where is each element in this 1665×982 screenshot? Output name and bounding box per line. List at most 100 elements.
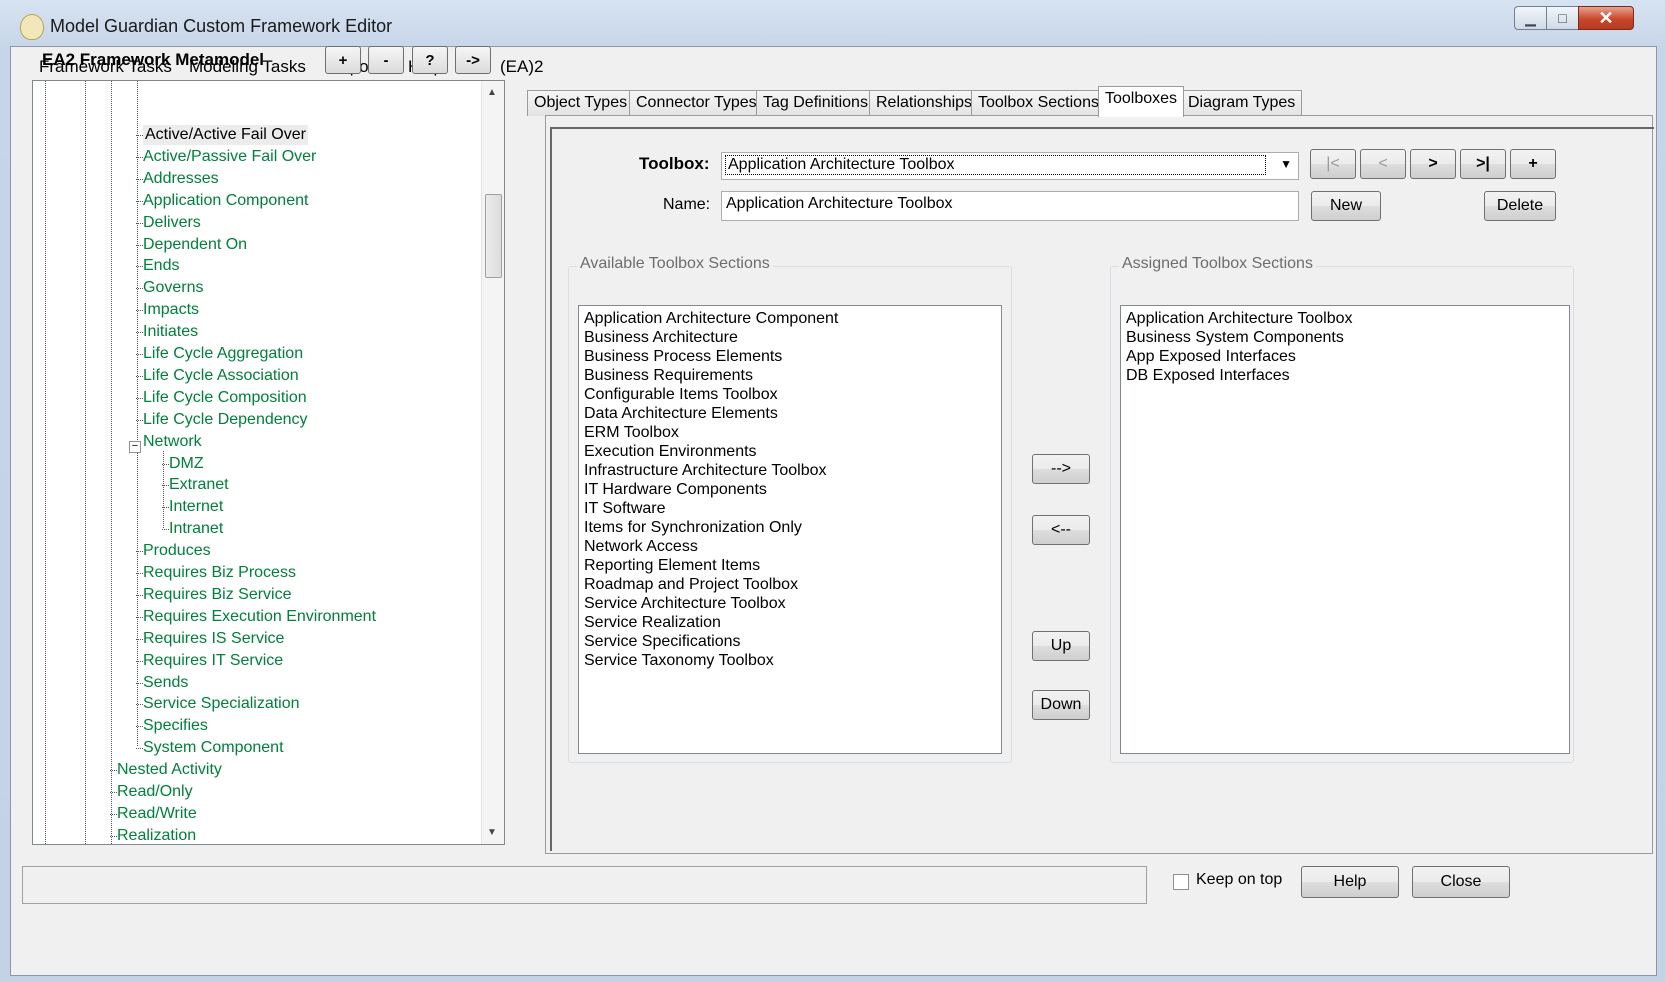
tree-scrollbar[interactable]: ▲ ▼ bbox=[481, 81, 504, 844]
tree-connector bbox=[110, 835, 117, 837]
tree-item[interactable]: Intranet bbox=[169, 519, 223, 539]
toolbox-selected-value: Application Architecture Toolbox bbox=[725, 155, 1266, 175]
available-section-item[interactable]: IT Software bbox=[579, 499, 1001, 518]
tree-item[interactable]: Life Cycle Composition bbox=[143, 388, 307, 408]
available-section-item[interactable]: Business Requirements bbox=[579, 366, 1001, 385]
last-record-button[interactable]: >| bbox=[1460, 149, 1506, 179]
available-section-item[interactable]: Items for Synchronization Only bbox=[579, 518, 1001, 537]
tree-help-button[interactable]: ? bbox=[412, 46, 448, 74]
available-section-item[interactable]: Business Architecture bbox=[579, 328, 1001, 347]
add-record-button[interactable]: + bbox=[1510, 149, 1556, 179]
available-section-item[interactable]: Infrastructure Architecture Toolbox bbox=[579, 461, 1001, 480]
tree-item[interactable]: Read/Only bbox=[117, 782, 193, 802]
scrollbar-thumb[interactable] bbox=[485, 194, 502, 278]
tree-item[interactable]: Network bbox=[143, 432, 202, 452]
move-down-button[interactable]: Down bbox=[1032, 690, 1090, 720]
available-section-item[interactable]: Application Architecture Component bbox=[579, 309, 1001, 328]
tree-item[interactable]: Life Cycle Association bbox=[143, 366, 299, 386]
tree-item[interactable]: Life Cycle Aggregation bbox=[143, 344, 303, 364]
available-section-item[interactable]: Execution Environments bbox=[579, 442, 1001, 461]
available-section-item[interactable]: Configurable Items Toolbox bbox=[579, 385, 1001, 404]
editor-pane: Object Types Connector Types Tag Definit… bbox=[527, 41, 1654, 854]
scroll-up-icon[interactable]: ▲ bbox=[487, 87, 497, 98]
close-window-button[interactable]: ✕ bbox=[1578, 6, 1634, 30]
tree-item[interactable]: Ends bbox=[143, 256, 179, 276]
tree-item[interactable]: System Component bbox=[143, 738, 284, 758]
maximize-button[interactable]: □ bbox=[1546, 6, 1578, 30]
tree-item[interactable]: Dependent On bbox=[143, 235, 247, 255]
new-button[interactable]: New bbox=[1311, 191, 1381, 221]
tree-item[interactable]: Requires Execution Environment bbox=[143, 607, 376, 627]
tree-item[interactable]: Internet bbox=[169, 497, 223, 517]
tab-diagram-types[interactable]: Diagram Types bbox=[1181, 90, 1303, 116]
toolbox-name-input[interactable]: Application Architecture Toolbox bbox=[721, 191, 1299, 221]
first-record-button[interactable]: |< bbox=[1310, 149, 1356, 179]
available-section-item[interactable]: Service Specifications bbox=[579, 632, 1001, 651]
tab-toolboxes[interactable]: Toolboxes bbox=[1098, 86, 1185, 117]
add-section-button[interactable]: --> bbox=[1032, 454, 1090, 484]
metamodel-tree[interactable]: Active/Active Fail Over Active/Passive Fa… bbox=[32, 80, 505, 845]
available-section-item[interactable]: Data Architecture Elements bbox=[579, 404, 1001, 423]
tab-tag-definitions[interactable]: Tag Definitions bbox=[756, 90, 875, 116]
available-section-item[interactable]: Roadmap and Project Toolbox bbox=[579, 575, 1001, 594]
tree-item[interactable]: Active/Passive Fail Over bbox=[143, 147, 316, 167]
assigned-sections-list[interactable]: Application Architecture Toolbox Business… bbox=[1120, 305, 1570, 754]
tab-toolbox-sections[interactable]: Toolbox Sections bbox=[971, 90, 1106, 116]
help-button[interactable]: Help bbox=[1301, 866, 1399, 898]
move-up-button[interactable]: Up bbox=[1032, 631, 1090, 661]
available-section-item[interactable]: ERM Toolbox bbox=[579, 423, 1001, 442]
tree-item[interactable]: Read/Write bbox=[117, 804, 197, 824]
network-collapse-toggle[interactable]: − bbox=[129, 441, 141, 453]
minimize-button[interactable]: ▁ bbox=[1514, 6, 1546, 30]
tree-item[interactable]: Service Specialization bbox=[143, 694, 300, 714]
tree-item[interactable]: Realization bbox=[117, 826, 196, 844]
assigned-section-item[interactable]: App Exposed Interfaces bbox=[1121, 347, 1569, 366]
tree-item[interactable]: Nested Activity bbox=[117, 760, 222, 780]
tree-item[interactable]: Produces bbox=[143, 541, 211, 561]
available-sections-group: Available Toolbox Sections Application A… bbox=[568, 255, 1012, 763]
available-section-item[interactable]: Business Process Elements bbox=[579, 347, 1001, 366]
tree-item[interactable]: Life Cycle Dependency bbox=[143, 410, 308, 430]
tree-item[interactable]: Initiates bbox=[143, 322, 198, 342]
tree-go-button[interactable]: -> bbox=[455, 46, 491, 74]
tab-relationships[interactable]: Relationships bbox=[869, 90, 980, 116]
tree-item[interactable]: Active/Active Fail Over bbox=[143, 125, 308, 145]
available-section-item[interactable]: IT Hardware Components bbox=[579, 480, 1001, 499]
tree-item[interactable]: Requires Biz Service bbox=[143, 585, 292, 605]
close-button[interactable]: Close bbox=[1412, 866, 1510, 898]
available-section-item[interactable]: Network Access bbox=[579, 537, 1001, 556]
assigned-section-item[interactable]: DB Exposed Interfaces bbox=[1121, 366, 1569, 385]
tree-item[interactable]: Extranet bbox=[169, 475, 229, 495]
scroll-down-icon[interactable]: ▼ bbox=[487, 827, 497, 838]
tree-item[interactable]: Impacts bbox=[143, 300, 199, 320]
tree-remove-button[interactable]: - bbox=[368, 46, 404, 74]
assigned-section-item[interactable]: Business System Components bbox=[1121, 328, 1569, 347]
chevron-down-icon[interactable]: ▼ bbox=[1280, 157, 1292, 171]
remove-section-button[interactable]: <-- bbox=[1032, 515, 1090, 545]
tree-add-button[interactable]: + bbox=[325, 46, 361, 74]
tab-connector-types[interactable]: Connector Types bbox=[629, 90, 764, 116]
available-section-item[interactable]: Reporting Element Items bbox=[579, 556, 1001, 575]
available-sections-list[interactable]: Application Architecture Component Busine… bbox=[578, 305, 1002, 754]
keep-on-top-checkbox[interactable] bbox=[1173, 874, 1189, 890]
tree-item[interactable]: Requires IT Service bbox=[143, 651, 283, 671]
tree-connector bbox=[136, 332, 143, 334]
delete-button[interactable]: Delete bbox=[1484, 191, 1556, 221]
tab-object-types[interactable]: Object Types bbox=[527, 90, 635, 116]
available-section-item[interactable]: Service Realization bbox=[579, 613, 1001, 632]
tree-item[interactable]: Requires Biz Process bbox=[143, 563, 296, 583]
tree-item[interactable]: Governs bbox=[143, 278, 203, 298]
available-section-item[interactable]: Service Taxonomy Toolbox bbox=[579, 651, 1001, 670]
tree-item[interactable]: DMZ bbox=[169, 454, 204, 474]
toolbox-select[interactable]: Application Architecture Toolbox ▼ bbox=[721, 152, 1299, 180]
tree-item[interactable]: Sends bbox=[143, 673, 188, 693]
tree-item[interactable]: Addresses bbox=[143, 169, 219, 189]
tree-item[interactable]: Delivers bbox=[143, 213, 201, 233]
tree-item[interactable]: Specifies bbox=[143, 716, 208, 736]
prev-record-button[interactable]: < bbox=[1360, 149, 1406, 179]
tree-item[interactable]: Application Component bbox=[143, 191, 308, 211]
assigned-section-item[interactable]: Application Architecture Toolbox bbox=[1121, 309, 1569, 328]
tree-item[interactable]: Requires IS Service bbox=[143, 629, 284, 649]
available-section-item[interactable]: Service Architecture Toolbox bbox=[579, 594, 1001, 613]
next-record-button[interactable]: > bbox=[1410, 149, 1456, 179]
